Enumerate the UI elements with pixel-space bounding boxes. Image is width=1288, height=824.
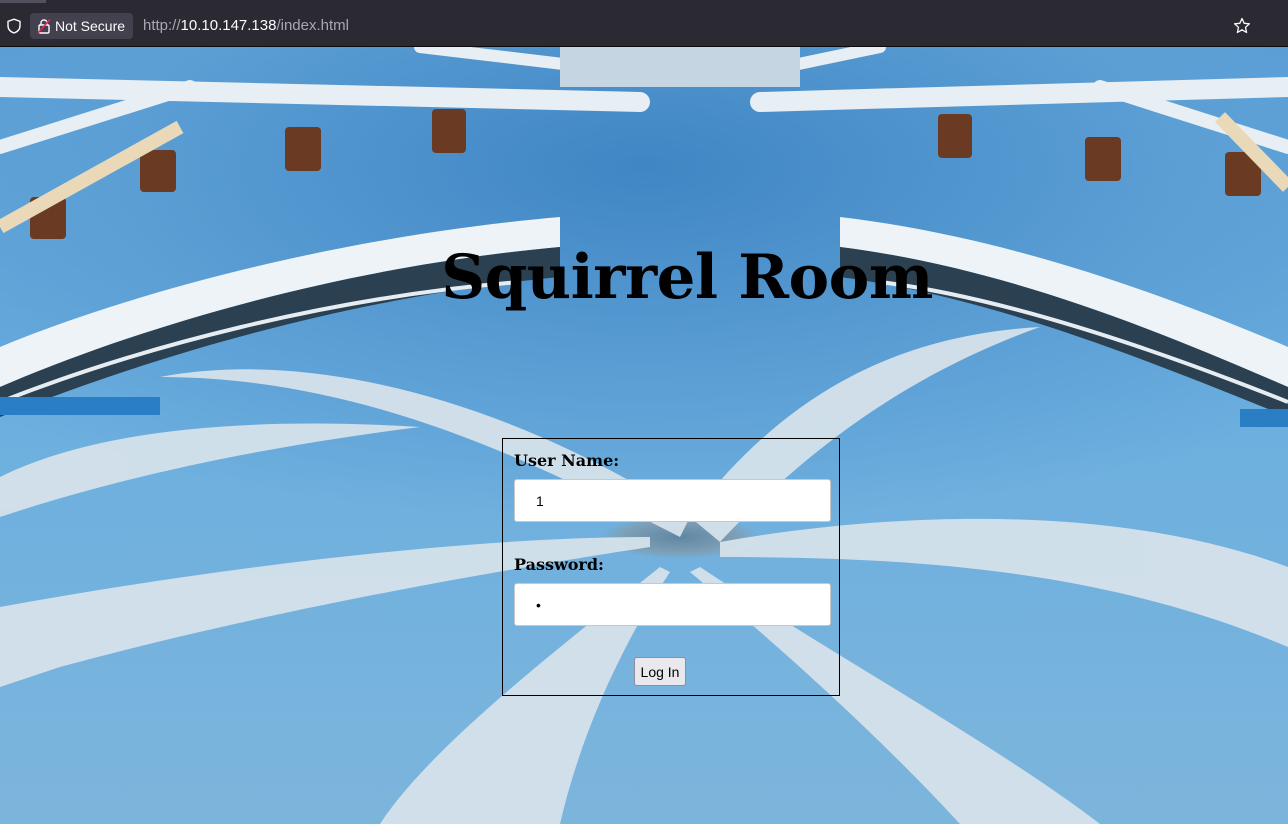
address-bar[interactable]: Not Secure http://10.10.147.138/index.ht… [0,6,1288,47]
url-host: 10.10.147.138 [180,17,277,34]
url-path: /index.html [276,17,350,34]
password-input[interactable] [514,583,831,626]
username-input[interactable] [514,479,831,522]
url-prefix: http:// [143,17,181,34]
page-background: Squirrel Room User Name: Password: Log I… [0,47,1288,824]
star-icon[interactable] [1233,17,1251,35]
username-label: User Name: [514,451,620,470]
page-title: Squirrel Room [441,242,933,313]
shield-icon[interactable] [6,18,22,34]
security-label: Not Secure [55,18,126,34]
tab-indicator[interactable] [0,0,46,3]
login-form: User Name: Password: Log In [502,438,840,696]
password-label: Password: [514,555,604,574]
url-text[interactable]: http://10.10.147.138/index.html [143,17,349,34]
lock-insecure-icon [37,18,51,34]
background-image [0,47,1288,824]
login-button[interactable]: Log In [634,657,686,686]
security-indicator[interactable]: Not Secure [30,13,134,39]
